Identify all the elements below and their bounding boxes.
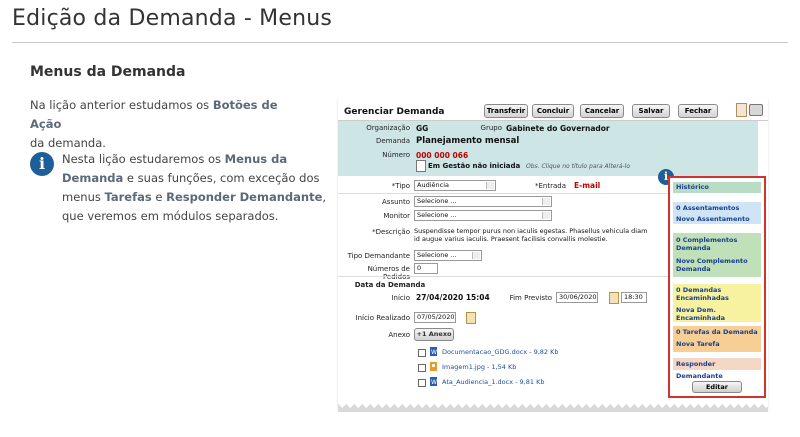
lesson-paragraph-1: Na lição anterior estudamos os Botões de…: [30, 96, 310, 153]
fim-time-input[interactable]: 18:30: [621, 292, 647, 303]
concluir-button[interactable]: Concluir: [532, 104, 574, 118]
svg-text:W: W: [431, 349, 437, 356]
page-title: Edição da Demanda - Menus: [12, 6, 333, 31]
menu-encaminhadas-count[interactable]: 0 Demandas Encaminhadas: [676, 284, 761, 302]
anexo-checkbox[interactable]: [418, 349, 426, 357]
fim-label: Fim Previsto: [509, 294, 552, 302]
tipo-demandante-label: Tipo Demandante: [347, 252, 410, 260]
svg-text:W: W: [431, 379, 437, 386]
assunto-select[interactable]: Selecione ...: [414, 196, 552, 207]
menu-nova-encaminhada[interactable]: Nova Dem. Encaminhada: [676, 302, 761, 322]
obs-note: Obs. Clique no título para Alterá-lo: [526, 163, 631, 170]
text: e: [151, 190, 167, 204]
cancelar-button[interactable]: Cancelar: [580, 104, 624, 118]
text: Na lição anterior estudamos os: [30, 98, 213, 112]
word-file-icon: W: [430, 347, 437, 356]
entrada-label: *Entrada: [534, 182, 566, 190]
menu-complementos-block: 0 Complementos Demanda Novo Complemento …: [673, 233, 761, 277]
inicio-label: Início: [391, 294, 410, 302]
grupo-value: Gabinete do Governador: [506, 124, 610, 133]
section-heading: Menus da Demanda: [30, 64, 186, 80]
divider: [338, 193, 668, 194]
menu-tarefas-count[interactable]: 0 Tarefas da Demanda: [676, 326, 761, 336]
grupo-label: Grupo: [480, 124, 502, 132]
anexo-link[interactable]: Ata_Audiencia_1.docx - 9,81 Kb: [442, 378, 544, 386]
anexo-link[interactable]: Imagem1.jpg - 1,54 Kb: [442, 363, 516, 371]
menu-encaminhadas-block: 0 Demandas Encaminhadas Nova Dem. Encami…: [673, 284, 761, 322]
anexo-checkbox[interactable]: [418, 364, 426, 372]
menu-novo-assentamento[interactable]: Novo Assentamento: [676, 212, 761, 223]
demanda-label: Demanda: [376, 137, 410, 145]
demanda-value[interactable]: Planejamento mensal: [416, 136, 519, 146]
menu-complementos-count[interactable]: 0 Complementos Demanda: [676, 233, 761, 252]
demand-menu: Histórico 0 Assentamentos Novo Assentame…: [668, 176, 766, 398]
demand-form: *Tipo Audiência *Entrada E-mail Assunto …: [338, 176, 668, 408]
tipo-label: *Tipo: [391, 182, 410, 190]
menu-historico[interactable]: Histórico: [673, 182, 761, 193]
anexo-link[interactable]: Documentacao_GDG.docx - 9,82 Kb: [442, 348, 559, 356]
highlight-tarefas: Tarefas: [104, 190, 152, 204]
menu-novo-complemento[interactable]: Novo Complemento Demanda: [676, 252, 761, 273]
torn-edge: [338, 404, 768, 412]
descricao-label: *Descrição: [372, 228, 410, 236]
image-file-icon: [430, 362, 437, 371]
anexo-label: Anexo: [388, 331, 410, 339]
title-divider: [12, 42, 788, 43]
toolbar: Gerenciar Demanda Transferir Concluir Ca…: [338, 98, 768, 121]
monitor-select[interactable]: Selecione ...: [414, 210, 552, 221]
descricao-text[interactable]: Suspendisse tempor purus non iaculis ege…: [414, 227, 654, 243]
menu-assentamentos-block: 0 Assentamentos Novo Assentamento: [673, 202, 761, 224]
editar-button[interactable]: Editar: [692, 381, 742, 393]
pedidos-input[interactable]: 0: [414, 263, 438, 274]
menu-assentamentos-count[interactable]: 0 Assentamentos: [676, 202, 761, 212]
organizacao-value: GG: [416, 124, 429, 133]
text: da demanda.: [30, 136, 106, 150]
calendar-icon[interactable]: [466, 312, 476, 324]
highlight-responder: Responder Demandante: [166, 190, 323, 204]
lesson-paragraph-2: Nesta lição estudaremos os Menus da Dema…: [62, 150, 330, 226]
fechar-button[interactable]: Fechar: [678, 104, 718, 118]
calendar-icon[interactable]: [609, 292, 619, 304]
numero-label: Número: [382, 151, 410, 159]
salvar-button[interactable]: Salvar: [632, 104, 670, 118]
status-doc-icon: [416, 160, 426, 172]
form-title: Gerenciar Demanda: [344, 107, 445, 117]
word-file-icon: W: [430, 377, 437, 386]
add-anexo-button[interactable]: +1 Anexo: [414, 328, 454, 341]
anexo-checkbox[interactable]: [418, 379, 426, 387]
fim-date-input[interactable]: 30/06/2020: [556, 292, 598, 303]
text: Nesta lição estudaremos os: [62, 152, 225, 166]
menu-responder-demandante[interactable]: Responder Demandante: [673, 358, 761, 380]
entrada-value: E-mail: [574, 181, 601, 190]
transferir-button[interactable]: Transferir: [484, 104, 528, 118]
divider: [338, 276, 668, 277]
tipo-select[interactable]: Audiência: [414, 180, 496, 191]
assunto-label: Assunto: [382, 198, 410, 206]
menu-tarefas-block: 0 Tarefas da Demanda Nova Tarefa: [673, 326, 761, 352]
demand-header: Organização GG Grupo Gabinete do Governa…: [338, 121, 758, 176]
pedidos-label: Números de Pedidos: [367, 265, 410, 281]
numero-value: 000 000 066: [416, 151, 469, 160]
organizacao-label: Organização: [366, 124, 410, 132]
data-demanda-label: Data da Demanda: [354, 281, 426, 289]
menu-nova-tarefa[interactable]: Nova Tarefa: [676, 336, 761, 348]
monitor-label: Monitor: [383, 212, 410, 220]
info-icon: i: [30, 152, 54, 176]
status-value: Em Gestão não iniciada: [428, 162, 521, 170]
screenshot-panel: Gerenciar Demanda Transferir Concluir Ca…: [338, 98, 768, 408]
document-icon[interactable]: [736, 103, 747, 117]
inicio-realizado-label: Início Realizado: [355, 314, 410, 322]
inicio-value: 27/04/2020 15:04: [416, 293, 490, 302]
print-icon[interactable]: [749, 104, 763, 116]
tipo-demandante-select[interactable]: Selecione ...: [414, 250, 482, 261]
inicio-realizado-input[interactable]: 07/05/2020: [414, 312, 456, 323]
